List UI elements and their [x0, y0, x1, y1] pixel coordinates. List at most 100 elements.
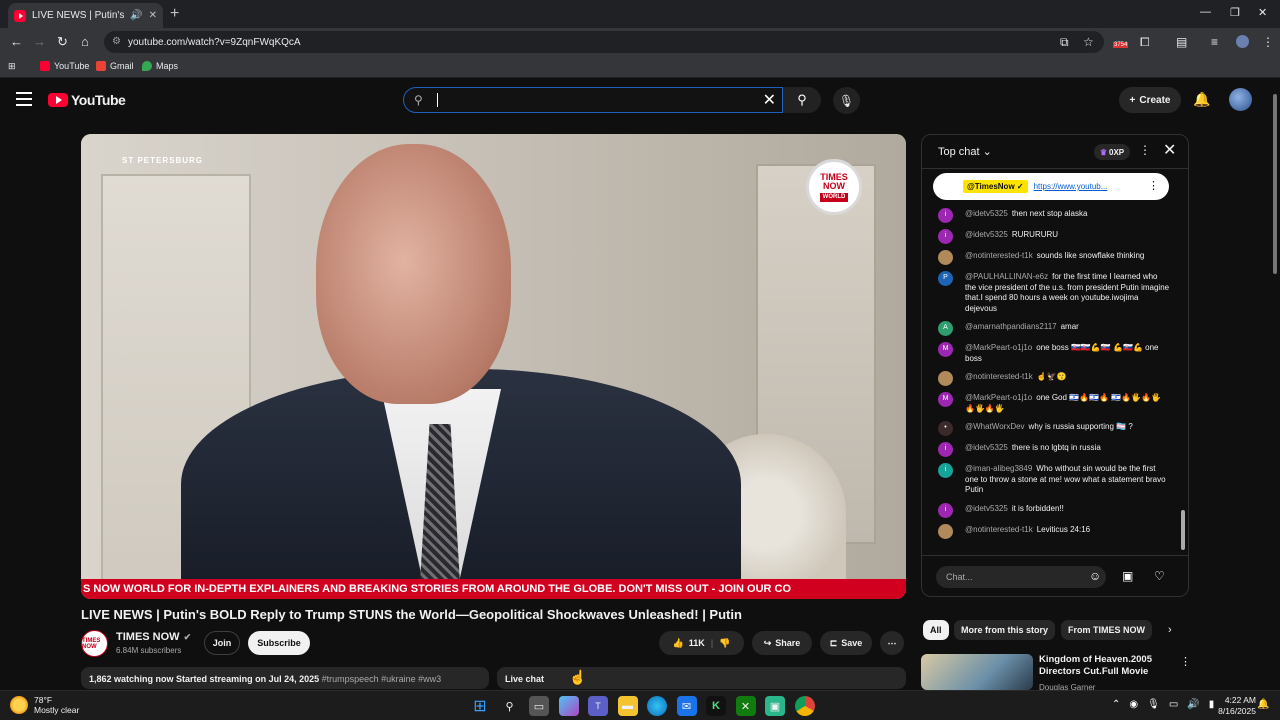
side-panel-icon[interactable]: ▤ — [1176, 35, 1187, 49]
apps-grid-icon[interactable]: ⊞ — [8, 61, 16, 72]
pinned-link[interactable]: https://www.youtub... — [1034, 182, 1108, 191]
chat-avatar[interactable]: P — [938, 271, 953, 286]
share-button[interactable]: ↪ Share — [752, 631, 812, 655]
recommendation-options-icon[interactable]: ⋮ — [1180, 655, 1191, 668]
forward-icon[interactable]: → — [33, 34, 46, 49]
subscribe-button[interactable]: Subscribe — [248, 631, 310, 655]
xbox-icon[interactable]: ✕ — [735, 696, 756, 716]
pinned-message[interactable]: @TimesNow ✓ https://www.youtub... ⋮ — [933, 173, 1169, 200]
volume-icon[interactable]: 🔊 — [1187, 699, 1199, 710]
close-chat-icon[interactable]: ✕ — [1163, 140, 1176, 160]
windows-start-icon[interactable]: ⊞ — [470, 696, 490, 716]
bookmark-gmail[interactable]: Gmail — [96, 61, 134, 71]
chat-author[interactable]: @idetv5325 — [965, 230, 1008, 239]
chat-mode-dropdown[interactable]: Top chat ⌄ — [938, 145, 992, 158]
bookmark-star-icon[interactable]: ☆ — [1083, 35, 1094, 49]
chat-avatar[interactable]: i — [938, 442, 953, 457]
chat-message[interactable]: • @WhatWorxDev why is russia supporting 🏳️… — [922, 418, 1180, 439]
chat-message[interactable]: @notinterested-t1k ☝️🦅😗 — [922, 368, 1180, 389]
chat-message[interactable]: i @idetv5325 then next stop alaska — [922, 205, 1180, 226]
notifications-icon[interactable]: 🔔 — [1257, 699, 1269, 710]
chat-author[interactable]: @idetv5325 — [965, 504, 1008, 513]
speaker-icon[interactable]: 🔊 — [130, 10, 142, 21]
hashtags[interactable]: #trumpspeech #ukraine #ww3 — [322, 674, 442, 684]
chat-author[interactable]: @idetv5325 — [965, 209, 1008, 218]
chat-message[interactable]: i @idetv5325 RURURURU — [922, 226, 1180, 247]
chip-more-from-story[interactable]: More from this story — [954, 620, 1056, 640]
chevron-right-icon[interactable]: › — [1168, 624, 1172, 636]
browser-tab[interactable]: LIVE NEWS | Putin's BOLD R 🔊 ✕ — [8, 3, 163, 28]
chat-avatar[interactable] — [938, 523, 953, 539]
chat-input[interactable]: Chat... — [936, 566, 1106, 588]
search-input[interactable]: ⚲ ✕ — [403, 87, 783, 113]
super-chat-icon[interactable]: ▣ — [1122, 569, 1133, 583]
chat-message[interactable]: i @idetv5325 it is forbidden!! — [922, 500, 1180, 521]
maximize-icon[interactable]: ❐ — [1230, 6, 1240, 19]
chat-avatar[interactable] — [938, 371, 953, 386]
home-icon[interactable]: ⌂ — [81, 34, 89, 49]
chat-avatar[interactable]: A — [938, 321, 953, 336]
join-button[interactable]: Join — [204, 631, 240, 655]
chat-author[interactable]: @MarkPeart-o1j1o — [965, 343, 1032, 352]
extensions-icon[interactable]: ⧠ — [1140, 35, 1150, 50]
chat-avatar[interactable] — [938, 250, 953, 265]
recommendation-title[interactable]: Kingdom of Heaven.2005 Directors Cut.Ful… — [1039, 654, 1169, 678]
chat-avatar[interactable]: i — [938, 463, 953, 478]
address-bar[interactable]: ⚙ youtube.com/watch?v=9ZqnFWqKQcA — [104, 31, 1104, 53]
chat-message[interactable]: M @MarkPeart-o1j1o one God 🇮🇱🔥🇮🇱🔥 🇮🇱🔥🖐🔥🖐🔥🖐… — [922, 389, 1180, 418]
channel-avatar[interactable]: TIMES NOW — [81, 630, 108, 657]
search-icon[interactable]: ⚲ — [500, 696, 520, 716]
chat-options-icon[interactable]: ⋮ — [1139, 143, 1151, 157]
browser-menu-icon[interactable]: ⋮ — [1262, 35, 1274, 49]
chat-author[interactable]: @WhatWorxDev — [965, 422, 1025, 431]
save-button[interactable]: ⊏ Save — [820, 631, 872, 655]
youtube-logo[interactable]: YouTube — [48, 92, 126, 108]
chat-author[interactable]: @MarkPeart-o1j1o — [965, 393, 1032, 402]
task-view-icon[interactable]: ▭ — [529, 696, 549, 716]
description-box[interactable]: 1,862 watching now Started streaming on … — [81, 667, 489, 689]
edge-icon[interactable] — [647, 696, 667, 716]
chat-avatar[interactable]: i — [938, 229, 953, 244]
install-app-icon[interactable]: ⧉ — [1060, 35, 1069, 50]
profile-avatar[interactable] — [1236, 35, 1249, 48]
app-icon[interactable]: ▣ — [765, 696, 785, 716]
mail-icon[interactable]: ✉ — [676, 696, 697, 716]
chrome-icon[interactable] — [794, 696, 815, 716]
chat-message[interactable]: A @amarnathpandians2117 amar — [922, 318, 1180, 339]
account-avatar[interactable] — [1229, 88, 1252, 111]
page-scrollbar[interactable] — [1272, 86, 1278, 686]
chip-from-channel[interactable]: From TIMES NOW — [1061, 620, 1152, 640]
file-explorer-icon[interactable]: ▬ — [617, 696, 638, 716]
pinned-options-icon[interactable]: ⋮ — [1148, 179, 1159, 192]
chat-avatar[interactable]: M — [938, 342, 953, 357]
chat-message[interactable]: i @idetv5325 there is no lgbtq in russia — [922, 439, 1180, 460]
chat-message[interactable]: P @PAULHALLINAN-e6z for the first time I l… — [922, 268, 1180, 318]
emoji-icon[interactable]: ☺ — [1089, 569, 1101, 583]
clear-search-icon[interactable]: ✕ — [763, 90, 776, 110]
like-button[interactable]: 👍 11K — [673, 638, 705, 649]
xp-badge[interactable]: ♛ 0XP — [1094, 144, 1130, 160]
chat-message[interactable]: M @MarkPeart-o1j1o one boss 🇸🇰🇸🇰💪🇸🇰 💪🇸🇰💪 o… — [922, 339, 1180, 368]
taskbar-clock[interactable]: 4:22 AM 8/16/2025 — [1212, 695, 1256, 717]
chevron-up-icon[interactable]: ⌃ — [1112, 699, 1120, 710]
close-tab-icon[interactable]: ✕ — [149, 10, 157, 21]
chat-scrollbar[interactable] — [1180, 175, 1186, 555]
back-icon[interactable]: ← — [10, 34, 23, 49]
chat-author[interactable]: @idetv5325 — [965, 443, 1008, 452]
chat-author[interactable]: @iman-alibeg3849 — [965, 464, 1032, 473]
network-icon[interactable]: ◉ — [1129, 699, 1138, 710]
reload-icon[interactable]: ↻ — [57, 34, 68, 50]
bookmark-youtube[interactable]: YouTube — [40, 61, 89, 71]
recommendation-thumbnail[interactable] — [921, 654, 1033, 690]
extension-badge[interactable]: 3754 — [1113, 42, 1129, 48]
scrollbar-thumb[interactable] — [1273, 94, 1277, 274]
search-button[interactable]: ⚲ — [783, 87, 821, 113]
weather-widget[interactable]: 78°F Mostly clear — [10, 695, 79, 715]
heart-icon[interactable]: ♡ — [1154, 569, 1165, 583]
copilot-icon[interactable] — [558, 696, 579, 716]
menu-icon[interactable] — [16, 92, 32, 106]
chat-message[interactable]: @notinterested-t1k Leviticus 24:16 — [922, 521, 1180, 542]
chat-author[interactable]: @notinterested-t1k — [965, 525, 1033, 534]
chat-avatar[interactable]: • — [938, 421, 953, 436]
mic-tray-icon[interactable]: 🎙 — [1147, 699, 1160, 710]
